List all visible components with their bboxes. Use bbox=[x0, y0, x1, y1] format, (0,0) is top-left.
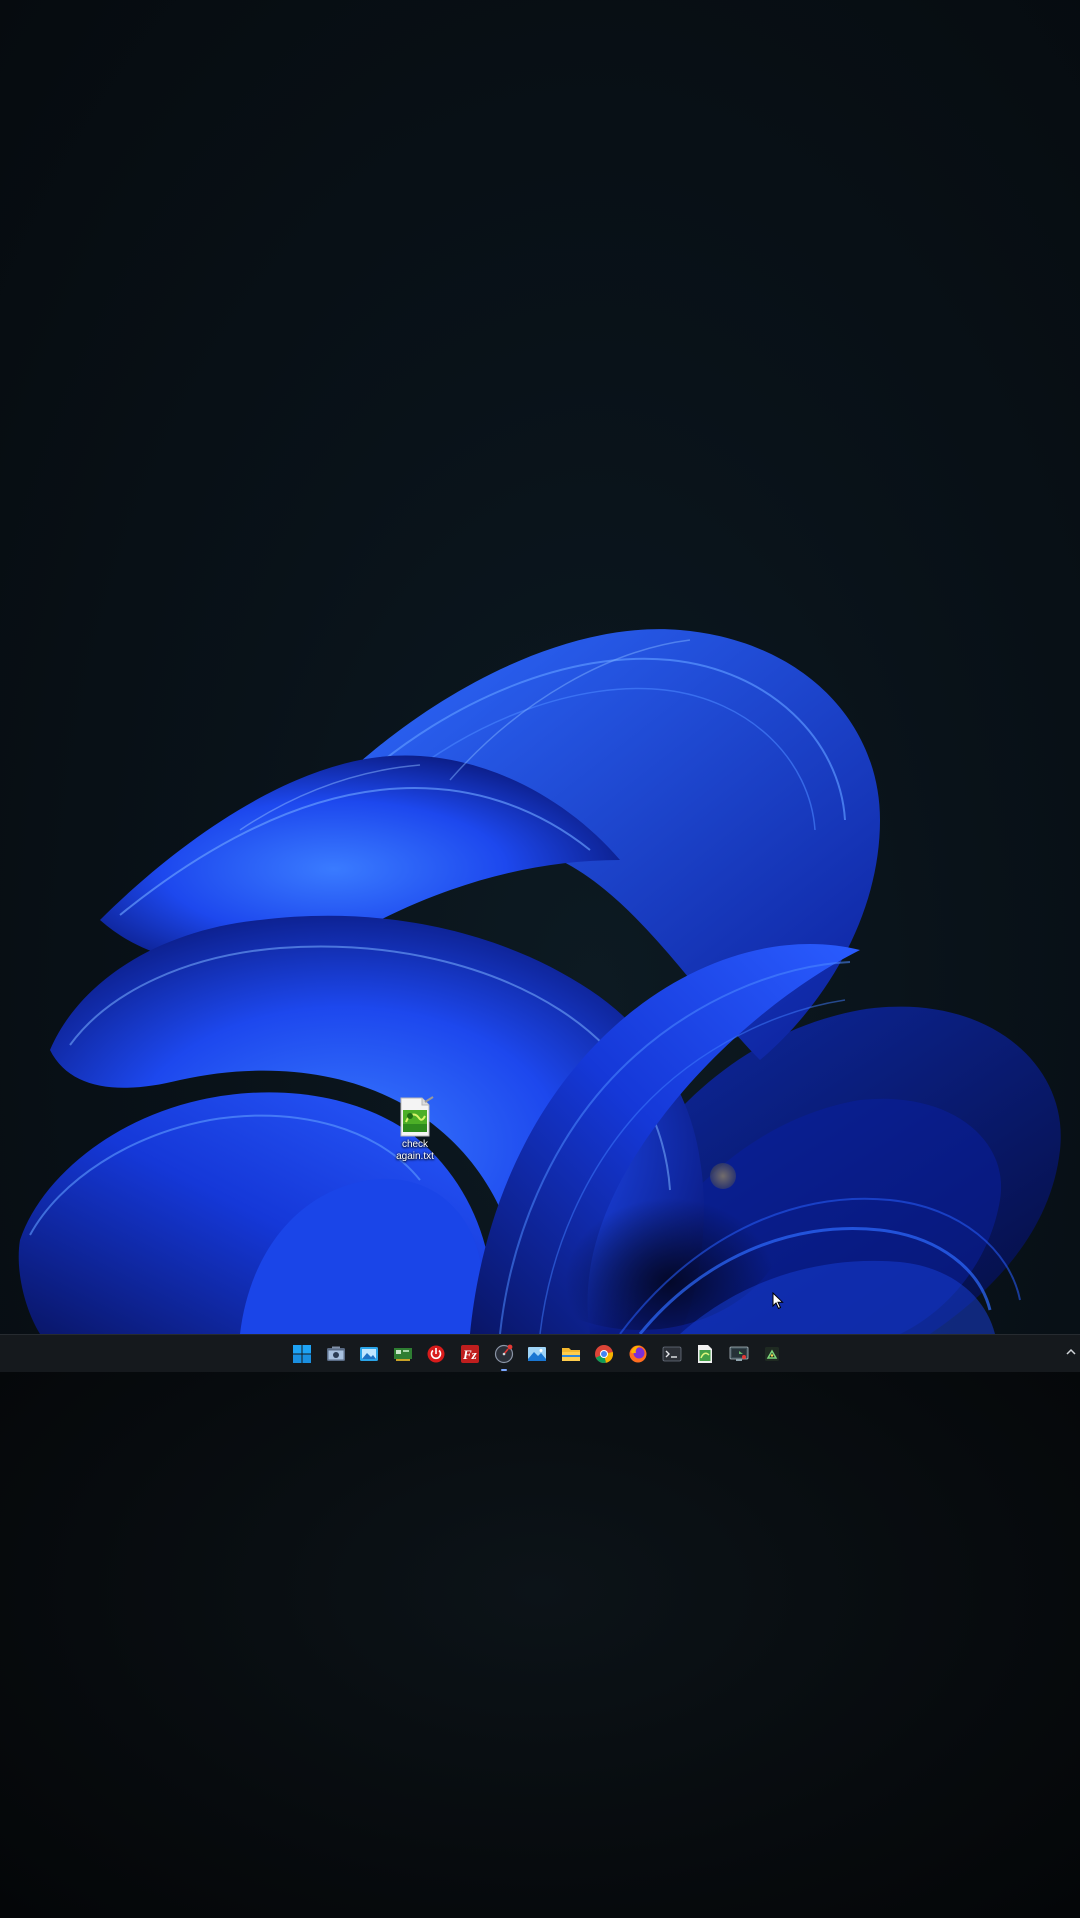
small-utility-icon bbox=[765, 1347, 780, 1361]
desktop[interactable]: check again.txt bbox=[0, 0, 1080, 1334]
red-power-icon bbox=[427, 1345, 445, 1363]
wallpaper-bloom bbox=[18, 629, 1061, 1334]
taskbar-app-7[interactable] bbox=[492, 1342, 516, 1371]
taskbar-app-file-explorer[interactable] bbox=[559, 1342, 583, 1366]
taskbar: Fz bbox=[0, 1334, 1080, 1372]
folder-icon bbox=[561, 1348, 580, 1361]
mouse-pointer-icon bbox=[772, 1292, 784, 1310]
taskbar-app-14[interactable] bbox=[727, 1342, 751, 1366]
notepad-file-icon bbox=[400, 1096, 434, 1137]
start-button[interactable] bbox=[290, 1342, 314, 1366]
taskbar-app-terminal[interactable] bbox=[660, 1342, 684, 1366]
filezilla-icon: Fz bbox=[460, 1345, 479, 1363]
taskbar-app-4[interactable] bbox=[391, 1342, 415, 1366]
firefox-icon bbox=[629, 1345, 647, 1363]
terminal-icon bbox=[662, 1346, 681, 1362]
gauge-icon bbox=[494, 1344, 513, 1364]
taskbar-app-2[interactable] bbox=[324, 1342, 348, 1366]
taskbar-app-5[interactable] bbox=[424, 1342, 448, 1366]
network-card-icon bbox=[393, 1348, 412, 1361]
taskbar-app-8[interactable] bbox=[525, 1342, 549, 1366]
taskbar-app-list: Fz bbox=[290, 1341, 794, 1371]
taskbar-app-15[interactable] bbox=[760, 1342, 784, 1366]
green-file-icon bbox=[698, 1345, 713, 1363]
active-indicator bbox=[500, 1369, 507, 1371]
dark-background-area bbox=[0, 1372, 1080, 1918]
desktop-file-icon[interactable]: check again.txt bbox=[386, 1096, 444, 1163]
taskbar-app-3[interactable] bbox=[357, 1342, 381, 1366]
screen: check again.txt Fz bbox=[0, 0, 1080, 1918]
svg-text:Fz: Fz bbox=[462, 1347, 478, 1362]
loading-indicator bbox=[710, 1163, 736, 1189]
image-app-icon bbox=[528, 1347, 547, 1361]
camera-app-icon bbox=[326, 1346, 345, 1361]
taskbar-app-chrome[interactable] bbox=[592, 1342, 616, 1366]
taskbar-app-filezilla[interactable]: Fz bbox=[458, 1342, 482, 1366]
desktop-file-label: check again.txt bbox=[396, 1139, 434, 1162]
chevron-up-icon[interactable] bbox=[1064, 1345, 1078, 1359]
photo-viewer-icon bbox=[360, 1347, 379, 1361]
taskbar-app-13[interactable] bbox=[693, 1342, 717, 1366]
remote-desktop-icon bbox=[729, 1346, 749, 1361]
chrome-icon bbox=[595, 1345, 614, 1364]
taskbar-app-firefox[interactable] bbox=[626, 1342, 650, 1366]
windows-logo-icon bbox=[293, 1345, 311, 1363]
